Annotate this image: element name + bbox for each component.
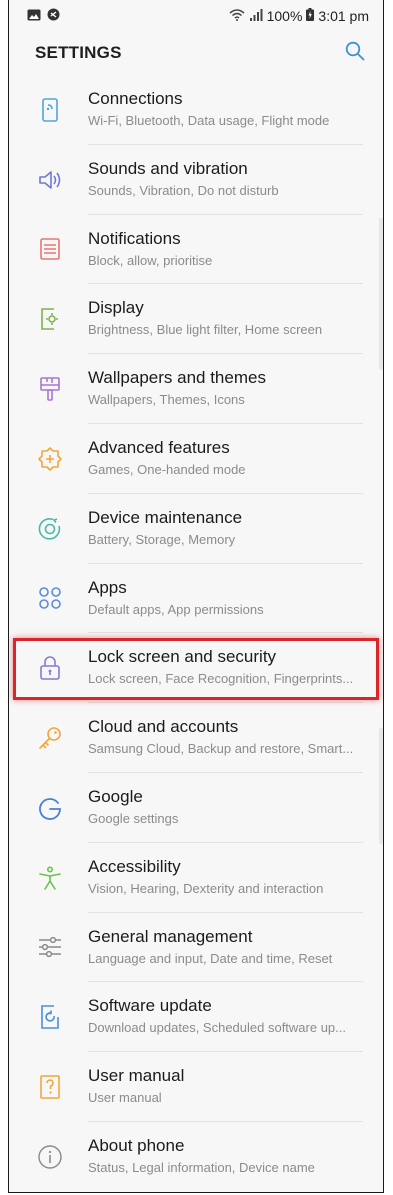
settings-item-text: Apps Default apps, App permissions bbox=[88, 578, 369, 619]
settings-item-text: Accessibility Vision, Hearing, Dexterity … bbox=[88, 857, 369, 898]
settings-item-accessibility[interactable]: Accessibility Vision, Hearing, Dexterity … bbox=[9, 843, 383, 913]
settings-item-subtitle: Games, One-handed mode bbox=[88, 461, 246, 477]
page-title: SETTINGS bbox=[35, 43, 122, 62]
status-bar: 100% 3:01 pm bbox=[9, 0, 383, 31]
settings-item-text: Cloud and accounts Samsung Cloud, Backup … bbox=[88, 717, 369, 758]
signal-icon bbox=[249, 8, 263, 24]
settings-item-title: Software update bbox=[88, 996, 212, 1016]
settings-item-title: General management bbox=[88, 926, 253, 946]
settings-item-sounds-and-vibration[interactable]: Sounds and vibration Sounds, Vibration, D… bbox=[9, 145, 383, 215]
settings-item-text: Sounds and vibration Sounds, Vibration, D… bbox=[88, 159, 369, 200]
settings-item-text: Software update Download updates, Schedul… bbox=[88, 996, 369, 1037]
settings-item-title: Sounds and vibration bbox=[88, 158, 248, 178]
settings-item-title: Display bbox=[88, 298, 144, 318]
highlight-box bbox=[13, 638, 379, 701]
settings-item-title: User manual bbox=[88, 1066, 185, 1086]
settings-item-device-maintenance[interactable]: Device maintenance Battery, Storage, Memo… bbox=[9, 494, 383, 564]
settings-item-title: Connections bbox=[88, 89, 183, 108]
settings-item-subtitle: Wallpapers, Themes, Icons bbox=[88, 392, 245, 408]
settings-item-title: Cloud and accounts bbox=[88, 717, 239, 737]
settings-item-title: Apps bbox=[88, 577, 127, 597]
battery-icon bbox=[306, 7, 315, 24]
software-update-icon bbox=[37, 1004, 63, 1030]
settings-item-text: Connections Wi-Fi, Bluetooth, Data usage,… bbox=[88, 89, 369, 130]
settings-item-subtitle: Wi-Fi, Bluetooth, Data usage, Flight mod… bbox=[88, 113, 330, 128]
settings-item-text: Device maintenance Battery, Storage, Memo… bbox=[88, 508, 369, 549]
search-icon[interactable] bbox=[345, 41, 365, 66]
settings-item-lock-screen-and-security[interactable]: Lock screen and security Lock screen, Fac… bbox=[9, 633, 383, 704]
settings-item-notifications[interactable]: Notifications Block, allow, prioritise bbox=[9, 215, 383, 285]
settings-item-text: About phone Status, Legal information, De… bbox=[88, 1136, 369, 1177]
settings-item-apps[interactable]: Apps Default apps, App permissions bbox=[9, 564, 383, 634]
settings-item-subtitle: Samsung Cloud, Backup and restore, Smart… bbox=[88, 741, 354, 757]
settings-item-title: Wallpapers and themes bbox=[88, 368, 266, 388]
wifi-icon bbox=[229, 8, 245, 24]
apps-icon bbox=[37, 585, 63, 611]
settings-item-software-update[interactable]: Software update Download updates, Schedul… bbox=[9, 982, 383, 1053]
notifications-icon bbox=[37, 236, 63, 262]
clock: 3:01 pm bbox=[318, 7, 369, 24]
settings-item-text: Google Google settings bbox=[88, 787, 369, 828]
settings-item-subtitle: Brightness, Blue light filter, Home scre… bbox=[88, 322, 323, 338]
sliders-icon bbox=[37, 934, 63, 960]
scrollbar-lower bbox=[379, 728, 383, 844]
settings-header: SETTINGS bbox=[9, 31, 383, 75]
settings-item-text: Display Brightness, Blue light filter, Ho… bbox=[88, 298, 369, 339]
settings-item-title: Advanced features bbox=[88, 437, 230, 457]
settings-item-subtitle: User manual bbox=[88, 1090, 162, 1106]
settings-item-general-management[interactable]: General management Language and input, Da… bbox=[9, 913, 383, 983]
gallery-notification-icon bbox=[27, 8, 41, 24]
settings-item-title: Accessibility bbox=[88, 856, 181, 876]
speaker-icon bbox=[37, 167, 63, 193]
settings-item-subtitle: Battery, Storage, Memory bbox=[88, 531, 236, 547]
key-icon bbox=[37, 725, 63, 751]
battery-percent: 100% bbox=[266, 7, 303, 24]
settings-item-subtitle: Sounds, Vibration, Do not disturb bbox=[88, 182, 279, 198]
settings-item-user-manual[interactable]: User manual User manual bbox=[9, 1052, 383, 1122]
google-icon bbox=[37, 795, 63, 821]
user-manual-icon bbox=[37, 1074, 63, 1100]
settings-item-subtitle: Download updates, Scheduled software up.… bbox=[88, 1020, 347, 1036]
settings-item-text: User manual User manual bbox=[88, 1066, 369, 1107]
advanced-features-icon bbox=[37, 446, 63, 472]
settings-item-text: Notifications Block, allow, prioritise bbox=[88, 229, 369, 270]
settings-item-title: About phone bbox=[88, 1135, 185, 1155]
settings-item-subtitle: Vision, Hearing, Dexterity and interacti… bbox=[88, 880, 324, 896]
settings-item-subtitle: Language and input, Date and time, Reset bbox=[88, 950, 333, 966]
display-icon bbox=[37, 306, 63, 332]
settings-item-display[interactable]: Display Brightness, Blue light filter, Ho… bbox=[9, 284, 383, 355]
settings-item-wallpapers-and-themes[interactable]: Wallpapers and themes Wallpapers, Themes,… bbox=[9, 354, 383, 424]
settings-item-cloud-and-accounts[interactable]: Cloud and accounts Samsung Cloud, Backup … bbox=[9, 703, 383, 773]
settings-item-subtitle: Google settings bbox=[88, 810, 179, 826]
settings-item-advanced-features[interactable]: Advanced features Games, One-handed mode bbox=[9, 424, 383, 494]
settings-item-text: General management Language and input, Da… bbox=[88, 927, 369, 968]
settings-item-title: Notifications bbox=[88, 228, 181, 248]
settings-list: Connections Wi-Fi, Bluetooth, Data usage,… bbox=[9, 75, 383, 1192]
accessibility-icon bbox=[37, 865, 63, 891]
settings-item-subtitle: Default apps, App permissions bbox=[88, 601, 264, 617]
settings-item-subtitle: Block, allow, prioritise bbox=[88, 252, 213, 268]
settings-item-text: Wallpapers and themes Wallpapers, Themes,… bbox=[88, 368, 369, 409]
settings-item-subtitle: Status, Legal information, Device name bbox=[88, 1159, 315, 1175]
settings-item-about-phone[interactable]: About phone Status, Legal information, De… bbox=[9, 1122, 383, 1192]
device-maintenance-icon bbox=[37, 516, 63, 542]
info-icon bbox=[37, 1144, 63, 1170]
settings-screen: 100% 3:01 pm SETTINGS Connections Wi-Fi, … bbox=[8, 0, 384, 1193]
settings-item-connections[interactable]: Connections Wi-Fi, Bluetooth, Data usage,… bbox=[9, 75, 383, 145]
connections-icon bbox=[37, 97, 63, 123]
settings-item-text: Advanced features Games, One-handed mode bbox=[88, 438, 369, 479]
settings-item-title: Device maintenance bbox=[88, 507, 243, 527]
scrollbar[interactable] bbox=[379, 218, 383, 370]
settings-item-title: Google bbox=[88, 786, 143, 806]
samsung-notification-icon bbox=[47, 8, 60, 24]
paintbrush-icon bbox=[37, 376, 63, 402]
settings-item-google[interactable]: Google Google settings bbox=[9, 773, 383, 843]
